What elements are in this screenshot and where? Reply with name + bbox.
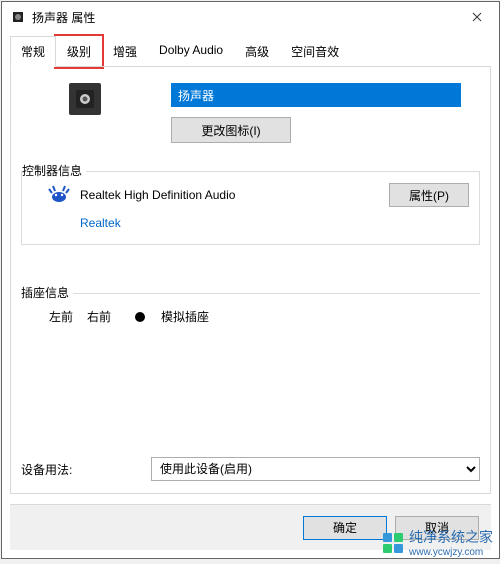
controller-row: Realtek High Definition Audio 属性(P) — [32, 182, 469, 208]
app-icon — [10, 9, 26, 25]
tab-panel-general: 更改图标(I) 控制器信息 Realtek High Definition Au… — [10, 66, 491, 494]
controller-provider[interactable]: Realtek — [80, 216, 469, 230]
close-button[interactable] — [454, 2, 499, 32]
jack-right-label: 右前 — [87, 308, 111, 325]
tab-dolby[interactable]: Dolby Audio — [148, 36, 234, 67]
jack-left-label: 左前 — [49, 308, 73, 325]
window-title: 扬声器 属性 — [32, 9, 95, 26]
controller-properties-button[interactable]: 属性(P) — [389, 183, 469, 207]
device-name-input[interactable] — [171, 83, 461, 107]
jack-row: 左前 右前 模拟插座 — [31, 308, 470, 325]
tab-label: 增强 — [113, 45, 137, 59]
change-icon-button[interactable]: 更改图标(I) — [171, 117, 291, 143]
tab-label: 级别 — [67, 45, 91, 59]
tab-spatial[interactable]: 空间音效 — [280, 36, 350, 67]
watermark-url: www.ycwjzy.com — [409, 547, 493, 558]
jack-fieldset: 插座信息 左前 右前 模拟插座 — [21, 293, 480, 339]
jack-type-label: 模拟插座 — [161, 308, 209, 325]
tab-strip: 常规 级别 增强 Dolby Audio 高级 空间音效 — [2, 32, 499, 67]
controller-name: Realtek High Definition Audio — [80, 188, 235, 202]
tab-advanced[interactable]: 高级 — [234, 36, 280, 67]
watermark-text: 纯净系统之家 www.ycwjzy.com — [409, 527, 493, 558]
tab-levels[interactable]: 级别 — [56, 36, 102, 67]
watermark-logo-icon — [383, 533, 403, 553]
watermark-brand: 纯净系统之家 — [409, 527, 493, 547]
device-row: 更改图标(I) — [21, 83, 480, 143]
jack-legend: 插座信息 — [21, 284, 73, 301]
usage-select[interactable]: 使用此设备(启用) — [151, 457, 480, 481]
realtek-icon — [46, 182, 72, 208]
ok-button[interactable]: 确定 — [303, 516, 387, 540]
controller-legend: 控制器信息 — [22, 162, 86, 179]
tab-general[interactable]: 常规 — [10, 36, 56, 67]
dialog-window: 扬声器 属性 常规 级别 增强 Dolby Audio 高级 空间音效 更改图标… — [1, 1, 500, 559]
usage-row: 设备用法: 使用此设备(启用) — [21, 457, 480, 481]
watermark: 纯净系统之家 www.ycwjzy.com — [383, 527, 493, 558]
tab-label: 常规 — [21, 45, 45, 59]
controller-fieldset: 控制器信息 Realtek High Definition Audio 属性(P… — [21, 171, 480, 245]
tab-label: 空间音效 — [291, 45, 339, 59]
speaker-icon[interactable] — [69, 83, 101, 115]
tab-enhancements[interactable]: 增强 — [102, 36, 148, 67]
jack-dot-icon — [135, 312, 145, 322]
usage-label: 设备用法: — [21, 461, 151, 478]
tab-label: Dolby Audio — [159, 43, 223, 57]
titlebar: 扬声器 属性 — [2, 2, 499, 32]
device-right: 更改图标(I) — [171, 83, 480, 143]
tab-label: 高级 — [245, 45, 269, 59]
